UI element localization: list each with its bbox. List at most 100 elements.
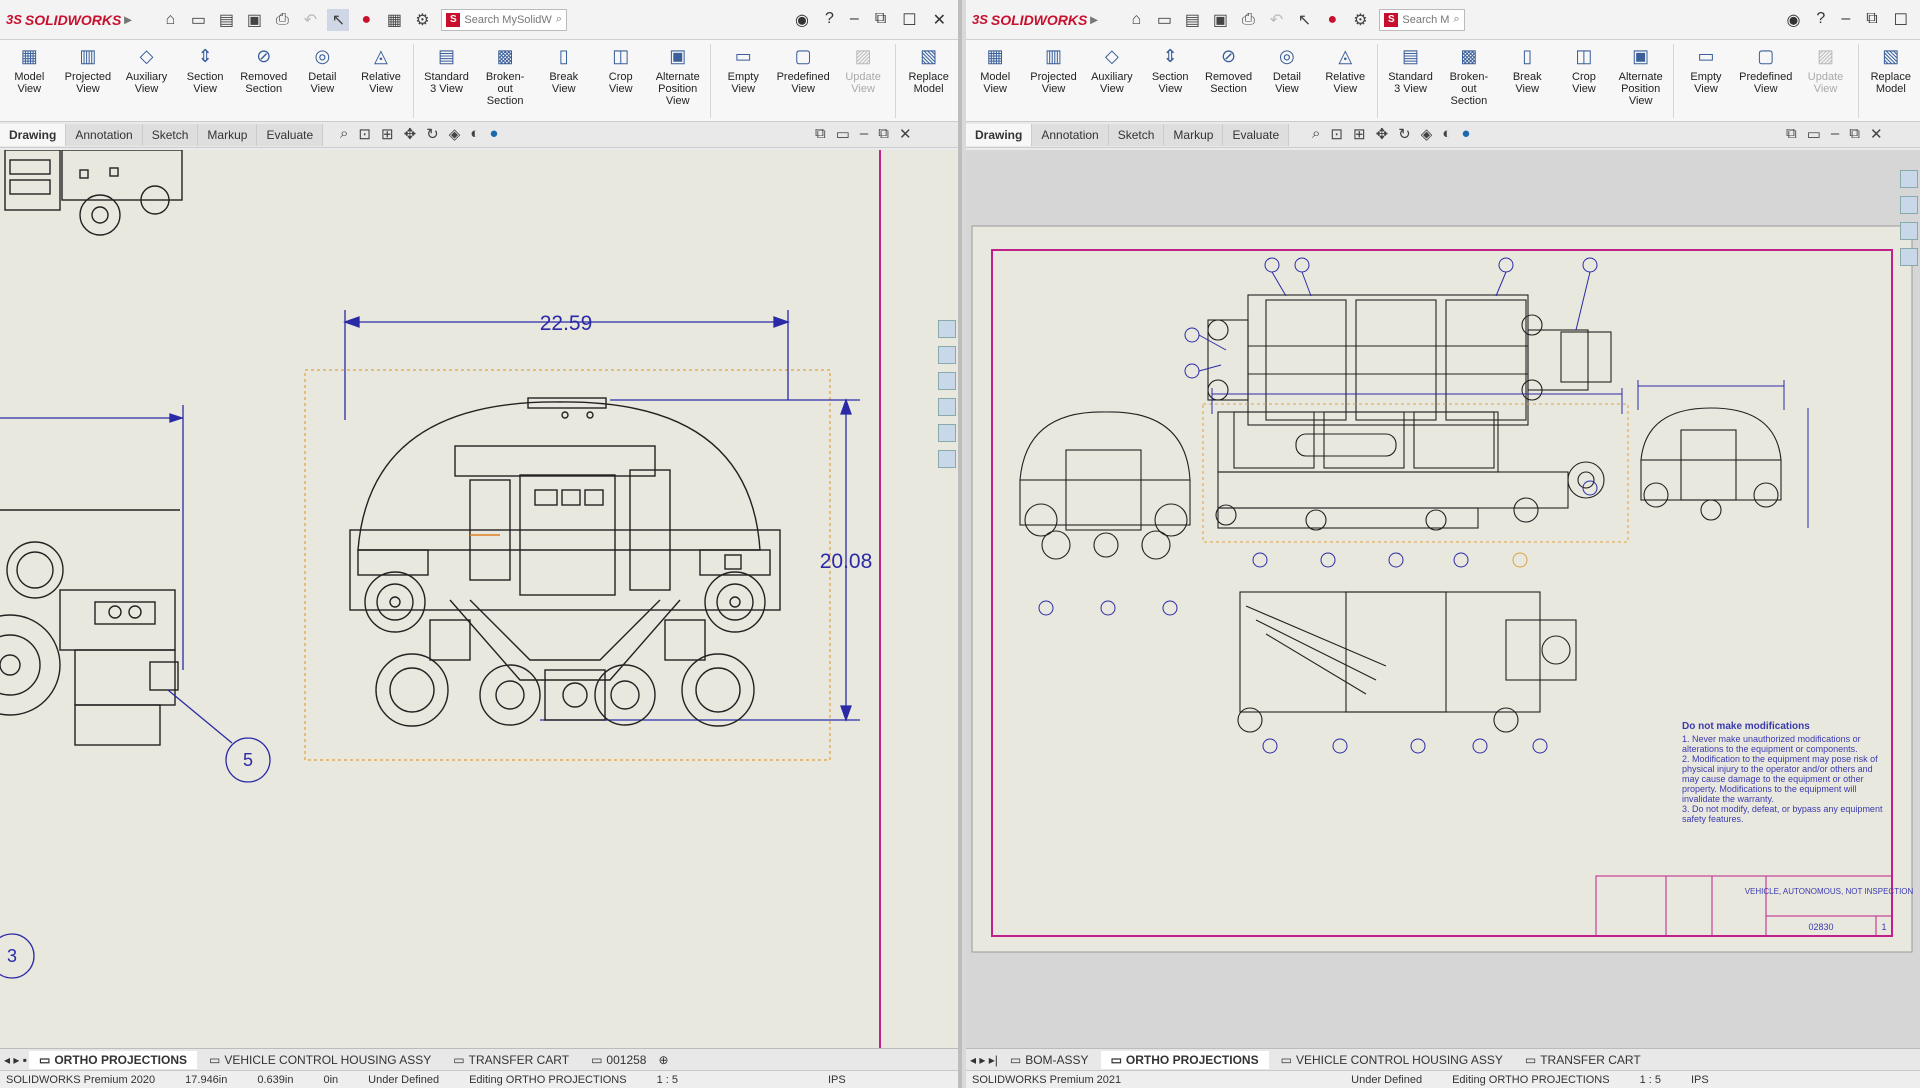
open-icon[interactable]: ▤ (215, 9, 237, 31)
appearance-icon[interactable]: ● (1461, 125, 1470, 143)
appearances-icon[interactable] (938, 424, 956, 442)
maximize-icon[interactable]: ⧉ (1849, 125, 1860, 143)
print-icon[interactable]: ⎙ (271, 9, 293, 31)
appearance-icon[interactable]: ● (489, 125, 498, 143)
task-pane-home-icon[interactable] (938, 320, 956, 338)
sheet-nav-arrows[interactable]: ◂ ▸ ▸| (970, 1053, 998, 1067)
alternate-position-view-button[interactable]: ▣ Alternate Position View (1612, 44, 1670, 107)
projected-view-button[interactable]: ▥ Projected View (1024, 44, 1082, 95)
undo-icon[interactable]: ↶ (1265, 9, 1287, 31)
solidworks-logo[interactable]: 3S SOLIDWORKS ▸ (972, 11, 1097, 28)
section-view-button[interactable]: ⇕ Section View (176, 44, 235, 95)
pan-icon[interactable]: ✥ (1376, 125, 1389, 143)
account-icon[interactable]: ◉ (795, 10, 809, 30)
tab-annotation[interactable]: Annotation (1032, 123, 1109, 146)
maximize-icon[interactable]: ⧉ (878, 125, 889, 143)
alternate-position-view-button[interactable]: ▣ Alternate Position View (648, 44, 707, 107)
maximize-icon[interactable]: ☐ (902, 10, 916, 30)
break-view-button[interactable]: ▯ Break View (534, 44, 593, 95)
home-icon[interactable]: ⌂ (159, 9, 181, 31)
update-view-button[interactable]: ▨ Update View (834, 44, 893, 95)
rotate-icon[interactable]: ↻ (426, 125, 439, 143)
vehicle-front-view[interactable] (349, 397, 781, 727)
removed-section-button[interactable]: ⊘ Removed Section (234, 44, 293, 95)
section-view-button[interactable]: ⇕ Section View (1141, 44, 1199, 95)
drawing-notes[interactable]: Do not make modifications 1. Never make … (1682, 722, 1892, 825)
tile-icon[interactable]: ▭ (1807, 125, 1821, 143)
tab-markup[interactable]: Markup (198, 123, 258, 146)
close-icon[interactable]: ✕ (1870, 125, 1883, 143)
sheet-tab-ortho-projections[interactable]: ▭ ORTHO PROJECTIONS (1100, 1050, 1269, 1069)
restore-icon[interactable]: ⧉ (1786, 125, 1797, 143)
sheet-tab-001258[interactable]: ▭ 001258 (581, 1051, 656, 1069)
crop-view-button[interactable]: ◫ Crop View (593, 44, 648, 95)
rotate-icon[interactable]: ↻ (1398, 125, 1411, 143)
search-icon[interactable]: ⌕ (1453, 13, 1459, 26)
detail-view-button[interactable]: ◎ Detail View (293, 44, 352, 95)
solidworks-logo[interactable]: 3S SOLIDWORKS ▸ (6, 11, 131, 28)
predefined-view-button[interactable]: ▢ Predefined View (1735, 44, 1796, 95)
custom-properties-icon[interactable] (938, 450, 956, 468)
tab-drawing[interactable]: Drawing (966, 123, 1033, 146)
select-icon[interactable]: ↖ (327, 8, 350, 31)
sheet-nav-arrows[interactable]: ◂ ▸ ▪ (4, 1053, 27, 1067)
tab-sketch[interactable]: Sketch (142, 123, 199, 146)
search-input[interactable]: S Search MySolidW ⌕ (441, 8, 567, 31)
minimize-icon[interactable]: – (1841, 10, 1850, 30)
view-palette-icon[interactable] (938, 398, 956, 416)
zoom-sheet-icon[interactable]: ⊞ (1353, 125, 1366, 143)
auxiliary-view-button[interactable]: ◇ Auxiliary View (1083, 44, 1141, 95)
auxiliary-view-button[interactable]: ◇ Auxiliary View (117, 44, 176, 95)
pan-icon[interactable]: ✥ (404, 125, 417, 143)
account-icon[interactable]: ◉ (1786, 10, 1800, 30)
replace-model-button[interactable]: ▧ Replace Model (899, 44, 958, 95)
minimize-icon[interactable]: – (1831, 125, 1839, 143)
status-scale[interactable]: 1 : 5 (1640, 1074, 1661, 1086)
tile-icon[interactable]: ⧉ (1866, 10, 1877, 30)
save-icon[interactable]: ▣ (243, 9, 265, 31)
height-dimension-value[interactable]: 20.08 (820, 550, 873, 573)
tab-drawing[interactable]: Drawing (0, 123, 67, 146)
maximize-icon[interactable]: ☐ (1894, 10, 1908, 30)
save-icon[interactable]: ▣ (1209, 9, 1231, 31)
hide-show-icon[interactable]: ◐ (470, 125, 479, 143)
predefined-view-button[interactable]: ▢ Predefined View (773, 44, 834, 95)
display-style-icon[interactable]: ◈ (449, 125, 461, 143)
file-explorer-icon[interactable] (938, 372, 956, 390)
update-view-button[interactable]: ▨ Update View (1796, 44, 1854, 95)
status-units[interactable]: IPS (828, 1074, 846, 1086)
crop-view-button[interactable]: ◫ Crop View (1556, 44, 1611, 95)
partial-side-view[interactable] (0, 509, 180, 746)
tab-annotation[interactable]: Annotation (66, 123, 143, 146)
undo-icon[interactable]: ↶ (299, 9, 321, 31)
zoom-sheet-icon[interactable]: ⊞ (381, 125, 394, 143)
sheet-tab-bom-assy[interactable]: ▭ BOM-ASSY (1000, 1051, 1099, 1069)
drawing-canvas[interactable]: 5 3 22.59 20.08 (0, 150, 958, 1048)
partial-top-view[interactable] (4, 150, 183, 236)
drawing-sheet-left[interactable]: 5 3 22.59 20.08 (0, 150, 958, 1048)
design-library-icon[interactable] (938, 346, 956, 364)
open-icon[interactable]: ▤ (1181, 9, 1203, 31)
new-document-icon[interactable]: ▭ (187, 9, 209, 31)
display-style-icon[interactable]: ◈ (1421, 125, 1433, 143)
select-icon[interactable]: ↖ (1293, 9, 1315, 31)
empty-view-button[interactable]: ▭ Empty View (714, 44, 773, 95)
model-view-button[interactable]: ▦ Model View (966, 44, 1024, 95)
rebuild-icon[interactable]: ● (1321, 9, 1343, 31)
broken-out-section-button[interactable]: ▩ Broken-out Section (1440, 44, 1498, 107)
removed-section-button[interactable]: ⊘ Removed Section (1199, 44, 1257, 95)
print-icon[interactable]: ⎙ (1237, 9, 1259, 31)
projected-view-button[interactable]: ▥ Projected View (59, 44, 118, 95)
file-explorer-icon[interactable] (1900, 222, 1918, 240)
search-input[interactable]: S Search M ⌕ (1379, 8, 1465, 31)
help-icon[interactable]: ? (1816, 10, 1825, 30)
zoom-area-icon[interactable]: ⊡ (1330, 125, 1343, 143)
sheet-tab-transfer-cart[interactable]: ▭ TRANSFER CART (443, 1051, 579, 1069)
search-icon[interactable]: ⌕ (556, 13, 562, 26)
close-icon[interactable]: ✕ (899, 125, 912, 143)
empty-view-button[interactable]: ▭ Empty View (1677, 44, 1735, 95)
sheet-tab-vehicle-control[interactable]: ▭ VEHICLE CONTROL HOUSING ASSY (199, 1051, 441, 1069)
tile-icon[interactable]: ▭ (836, 125, 850, 143)
zoom-to-fit-icon[interactable]: ⌕ (1312, 125, 1320, 143)
rebuild-icon[interactable]: ● (355, 9, 377, 31)
